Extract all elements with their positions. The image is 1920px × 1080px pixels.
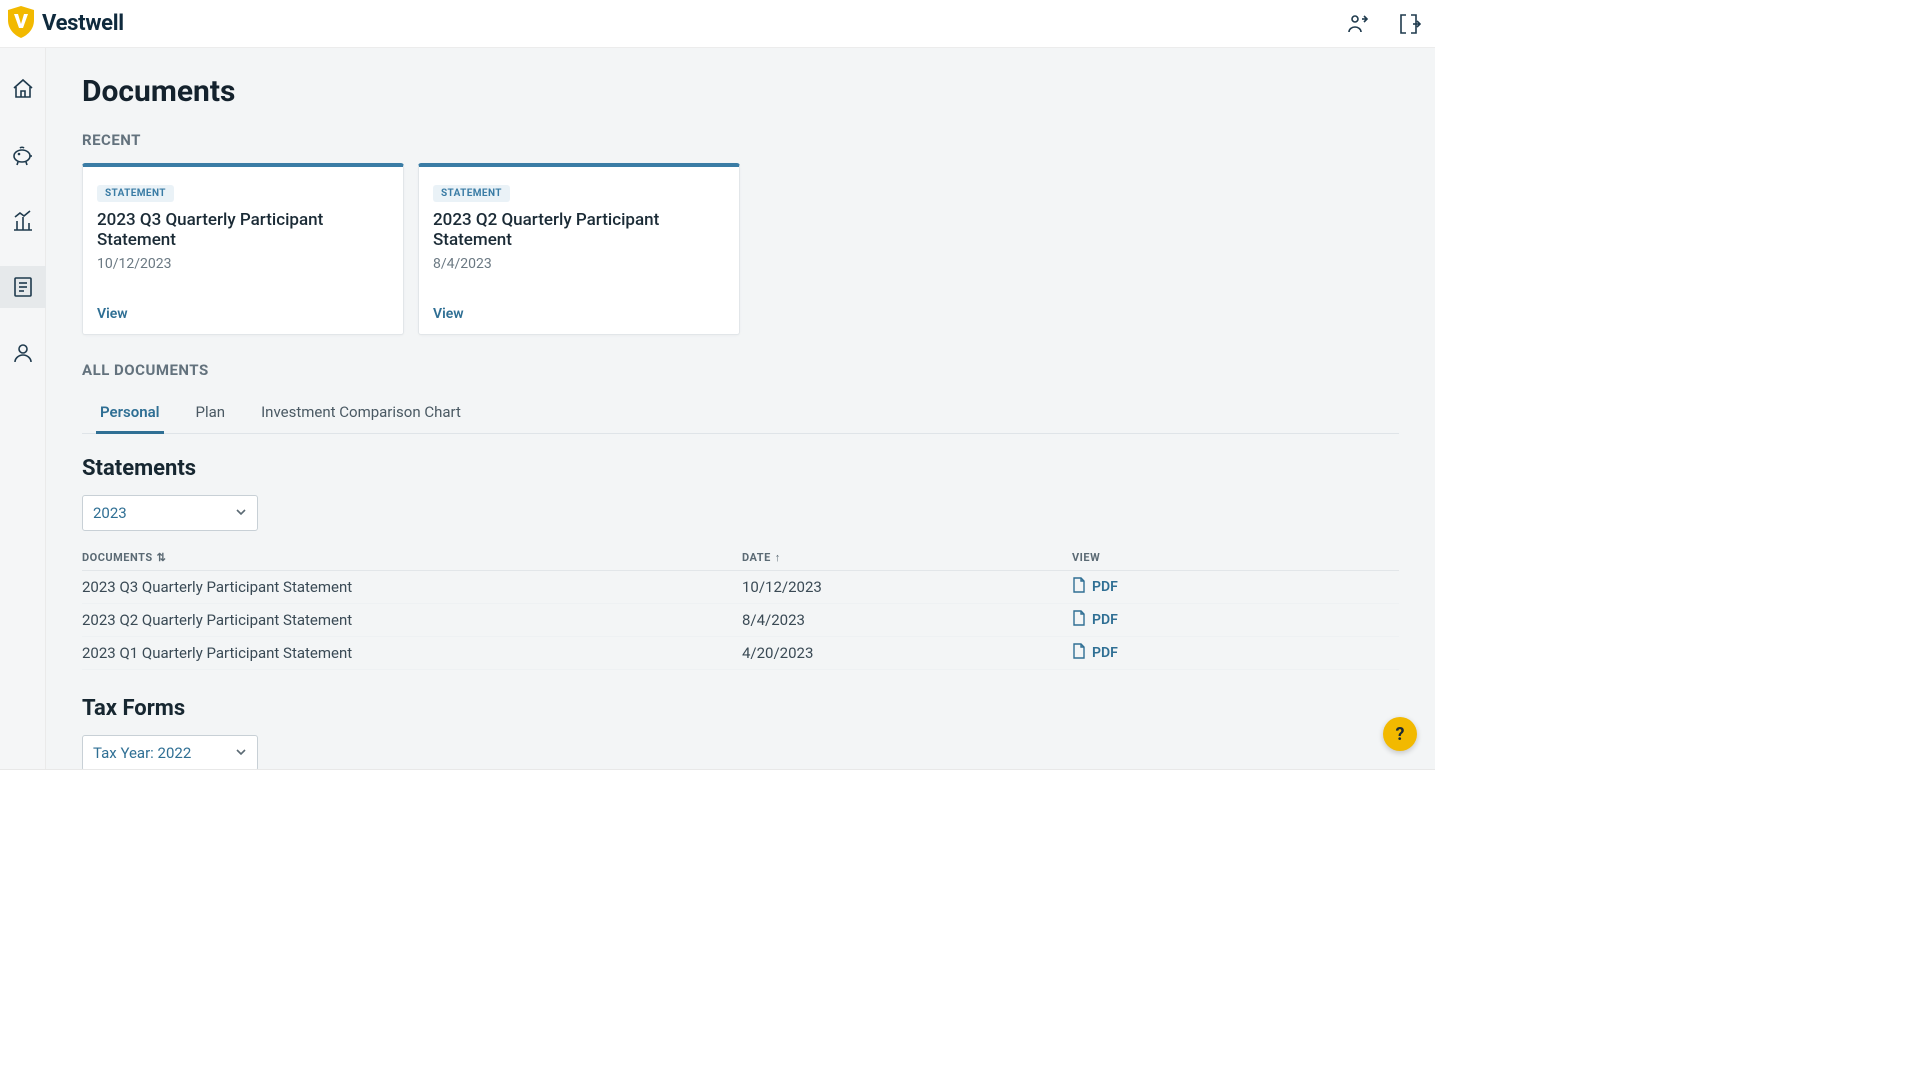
column-header-date[interactable]: DATE ↑ bbox=[742, 551, 1072, 564]
card-date: 10/12/2023 bbox=[97, 256, 389, 272]
table-header: DOCUMENTS ⇅ DATE ↑ VIEW bbox=[82, 545, 1399, 571]
card-badge: STATEMENT bbox=[97, 185, 174, 202]
page-title: Documents bbox=[82, 74, 1399, 109]
table-row: 2023 Q1 Quarterly Participant Statement … bbox=[82, 637, 1399, 670]
sidebar-item-performance[interactable] bbox=[0, 200, 46, 242]
column-header-view: VIEW bbox=[1072, 551, 1399, 564]
recent-card: STATEMENT 2023 Q2 Quarterly Participant … bbox=[418, 163, 740, 335]
sidebar-item-home[interactable] bbox=[0, 68, 46, 110]
tab-personal[interactable]: Personal bbox=[82, 393, 178, 433]
switch-user-icon[interactable] bbox=[1345, 10, 1373, 38]
pdf-download-link[interactable]: PDF bbox=[1072, 577, 1399, 597]
statements-year-dropdown[interactable]: 2023 bbox=[82, 495, 258, 531]
tab-plan[interactable]: Plan bbox=[178, 393, 244, 433]
dropdown-value: 2023 bbox=[93, 504, 127, 522]
tab-investment-comparison-chart[interactable]: Investment Comparison Chart bbox=[243, 393, 479, 433]
table-row: 2023 Q2 Quarterly Participant Statement … bbox=[82, 604, 1399, 637]
sidebar bbox=[0, 48, 46, 769]
cell-document-name: 2023 Q1 Quarterly Participant Statement bbox=[82, 644, 742, 662]
cell-date: 10/12/2023 bbox=[742, 578, 1072, 596]
pdf-download-link[interactable]: PDF bbox=[1072, 610, 1399, 630]
card-view-link[interactable]: View bbox=[433, 306, 725, 322]
statements-heading: Statements bbox=[82, 456, 1399, 481]
dropdown-value: Tax Year: 2022 bbox=[93, 744, 191, 762]
sort-asc-icon: ↑ bbox=[775, 551, 781, 564]
column-header-documents[interactable]: DOCUMENTS ⇅ bbox=[82, 551, 742, 564]
recent-card: STATEMENT 2023 Q3 Quarterly Participant … bbox=[82, 163, 404, 335]
sidebar-item-savings[interactable] bbox=[0, 134, 46, 176]
chevron-down-icon bbox=[235, 744, 247, 762]
document-icon bbox=[1072, 610, 1086, 630]
pdf-download-link[interactable]: PDF bbox=[1072, 643, 1399, 663]
recent-section-label: RECENT bbox=[82, 131, 1399, 149]
help-icon: ? bbox=[1396, 724, 1405, 745]
chevron-down-icon bbox=[235, 504, 247, 522]
tax-forms-section: Tax Forms Tax Year: 2022 bbox=[82, 696, 1399, 769]
sort-icon: ⇅ bbox=[157, 551, 167, 564]
cell-date: 8/4/2023 bbox=[742, 611, 1072, 629]
recent-cards: STATEMENT 2023 Q3 Quarterly Participant … bbox=[82, 163, 1399, 335]
document-icon bbox=[1072, 643, 1086, 663]
card-view-link[interactable]: View bbox=[97, 306, 389, 322]
cell-date: 4/20/2023 bbox=[742, 644, 1072, 662]
card-badge: STATEMENT bbox=[433, 185, 510, 202]
tax-forms-heading: Tax Forms bbox=[82, 696, 1399, 721]
sidebar-item-documents[interactable] bbox=[0, 266, 46, 308]
help-button[interactable]: ? bbox=[1383, 717, 1417, 751]
table-row: 2023 Q3 Quarterly Participant Statement … bbox=[82, 571, 1399, 604]
sidebar-item-profile[interactable] bbox=[0, 332, 46, 374]
document-tabs: Personal Plan Investment Comparison Char… bbox=[82, 393, 1399, 434]
cell-document-name: 2023 Q2 Quarterly Participant Statement bbox=[82, 611, 742, 629]
all-documents-section-label: ALL DOCUMENTS bbox=[82, 361, 1399, 379]
card-title: 2023 Q3 Quarterly Participant Statement bbox=[97, 210, 389, 250]
topbar: Vestwell bbox=[0, 0, 1435, 48]
card-title: 2023 Q2 Quarterly Participant Statement bbox=[433, 210, 725, 250]
brand-name: Vestwell bbox=[42, 11, 124, 36]
logout-icon[interactable] bbox=[1395, 10, 1423, 38]
main-content: Documents RECENT STATEMENT 2023 Q3 Quart… bbox=[46, 48, 1435, 769]
logo-shield-icon bbox=[6, 5, 36, 43]
document-icon bbox=[1072, 577, 1086, 597]
brand[interactable]: Vestwell bbox=[6, 5, 124, 43]
topbar-actions bbox=[1345, 10, 1423, 38]
cell-document-name: 2023 Q3 Quarterly Participant Statement bbox=[82, 578, 742, 596]
card-date: 8/4/2023 bbox=[433, 256, 725, 272]
tax-year-dropdown[interactable]: Tax Year: 2022 bbox=[82, 735, 258, 769]
statements-table: DOCUMENTS ⇅ DATE ↑ VIEW 2023 Q3 Quarterl… bbox=[82, 545, 1399, 670]
